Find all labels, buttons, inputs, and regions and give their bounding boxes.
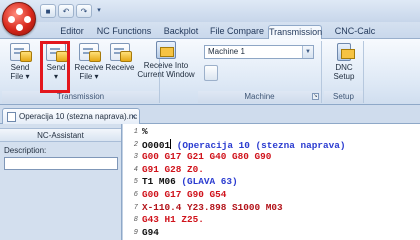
send-button-highlight [40, 41, 70, 93]
send-file-icon [10, 43, 32, 62]
tab-file-compare[interactable]: File Compare [208, 25, 266, 39]
code-text: O0001 (Operacija 10 (stezna naprava) [142, 138, 346, 152]
line-number: 3 [133, 153, 138, 162]
code-segment: G00 G17 G21 G40 G80 G90 [142, 151, 272, 163]
receive-button[interactable]: Receive [106, 43, 134, 85]
app-menu-button[interactable] [2, 2, 36, 36]
line-number: 5 [133, 178, 138, 187]
close-icon[interactable]: × [131, 109, 136, 124]
code-line[interactable]: 9 G94 [123, 227, 420, 239]
code-line[interactable]: 3 G00 G17 G21 G40 G80 G90 [123, 151, 420, 163]
dnc-setup-icon [337, 43, 355, 61]
nc-file-icon [7, 112, 16, 122]
line-number: 7 [133, 203, 138, 212]
tab-editor[interactable]: Editor [52, 25, 92, 39]
document-tab[interactable]: Operacija 10 (stezna naprava).nc * × [2, 108, 140, 124]
code-line[interactable]: 4 G91 G28 Z0. [123, 164, 420, 176]
code-line[interactable]: 5 T1 M06 (GLAVA 63) [123, 176, 420, 188]
code-line[interactable]: 6 G00 G17 G90 G54 [123, 189, 420, 201]
receive-into-current-window-button[interactable]: Receive Into Current Window [136, 41, 196, 83]
chevron-down-icon: ▼ [302, 46, 313, 58]
dnc-setup-button[interactable]: DNC Setup [328, 43, 360, 85]
line-number: 9 [133, 228, 138, 237]
line-number: 2 [133, 140, 138, 149]
code-segment: (Operacija 10 (stezna naprava) [171, 139, 346, 151]
code-line[interactable]: 8 G43 H1 Z25. [123, 214, 420, 226]
code-segment: (GLAVA 63) [175, 176, 238, 188]
quick-access-toolbar: ■ ↶ ↷ ▾ [40, 3, 104, 19]
receive-icon [110, 43, 132, 62]
code-segment: G94 [142, 226, 159, 238]
send-file-button[interactable]: Send File ▾ [5, 43, 35, 85]
nc-assistant-title: NC-Assistant [0, 128, 121, 142]
setup-group-label: Setup [324, 91, 363, 103]
code-segment: T1 M06 [142, 176, 176, 188]
machine-dialog-launcher-icon[interactable]: ↘ [312, 93, 319, 100]
code-text: % [142, 126, 148, 138]
app-logo-icon [16, 8, 23, 15]
setup-group: DNC Setup Setup [324, 41, 364, 103]
line-number: 1 [133, 128, 138, 136]
save-icon[interactable]: ■ [40, 4, 56, 18]
title-bar: ■ ↶ ↷ ▾ [0, 0, 420, 22]
undo-icon[interactable]: ↶ [58, 4, 74, 18]
code-text: G43 H1 Z25. [142, 214, 204, 226]
code-text: X-110.4 Y23.898 S1000 M03 [142, 202, 283, 214]
receive-window-icon [156, 41, 176, 59]
code-segment: G91 G28 Z0. [142, 163, 204, 175]
receive-file-icon [79, 43, 101, 62]
code-text: G00 G17 G90 G54 [142, 189, 226, 201]
code-line[interactable]: 2 O0001 (Operacija 10 (stezna naprava) [123, 138, 420, 152]
ribbon-tab-row: Editor NC Functions Backplot File Compar… [0, 22, 420, 39]
machine-settings-button[interactable] [204, 65, 218, 81]
line-number: 4 [133, 165, 138, 174]
description-field[interactable] [4, 157, 118, 170]
code-segment: G43 H1 Z25. [142, 214, 204, 226]
qat-dropdown-icon[interactable]: ▾ [94, 4, 104, 18]
code-line[interactable]: 7 X-110.4 Y23.898 S1000 M03 [123, 202, 420, 214]
tab-nc-functions[interactable]: NC Functions [94, 25, 154, 39]
machine-group-label: Machine [198, 91, 321, 103]
nc-assistant-panel: NC-Assistant Description: [0, 124, 122, 240]
receive-file-button[interactable]: Receive File ▾ [74, 43, 104, 85]
machine-group: Machine 1 ▼ Machine ↘ [198, 41, 322, 103]
redo-icon[interactable]: ↷ [76, 4, 92, 18]
code-segment: % [142, 126, 148, 137]
code-segment: G00 G17 G90 G54 [142, 189, 227, 200]
code-text: G91 G28 Z0. [142, 164, 204, 176]
code-segment: X-110.4 Y23.898 S1000 M03 [142, 201, 283, 213]
tab-backplot[interactable]: Backplot [156, 25, 206, 39]
tab-cnc-calc[interactable]: CNC-Calc [330, 25, 380, 39]
code-segment: O0001 [142, 139, 171, 151]
machine-select[interactable]: Machine 1 ▼ [204, 45, 314, 59]
document-tab-bar: Operacija 10 (stezna naprava).nc * × [0, 105, 420, 124]
code-text: G94 [142, 227, 159, 239]
tab-transmission[interactable]: Transmission [268, 25, 322, 39]
line-number: 8 [133, 216, 138, 225]
code-line[interactable]: 1% [123, 126, 420, 138]
code-editor[interactable]: 1% 2 O0001 (Operacija 10 (stezna naprava) 3… [122, 124, 420, 240]
line-number: 6 [133, 191, 138, 199]
code-text: G00 G17 G21 G40 G80 G90 [142, 151, 271, 163]
description-label: Description: [4, 146, 47, 155]
transmission-group-label: Transmission [2, 91, 159, 103]
code-text: T1 M06 (GLAVA 63) [142, 176, 238, 188]
